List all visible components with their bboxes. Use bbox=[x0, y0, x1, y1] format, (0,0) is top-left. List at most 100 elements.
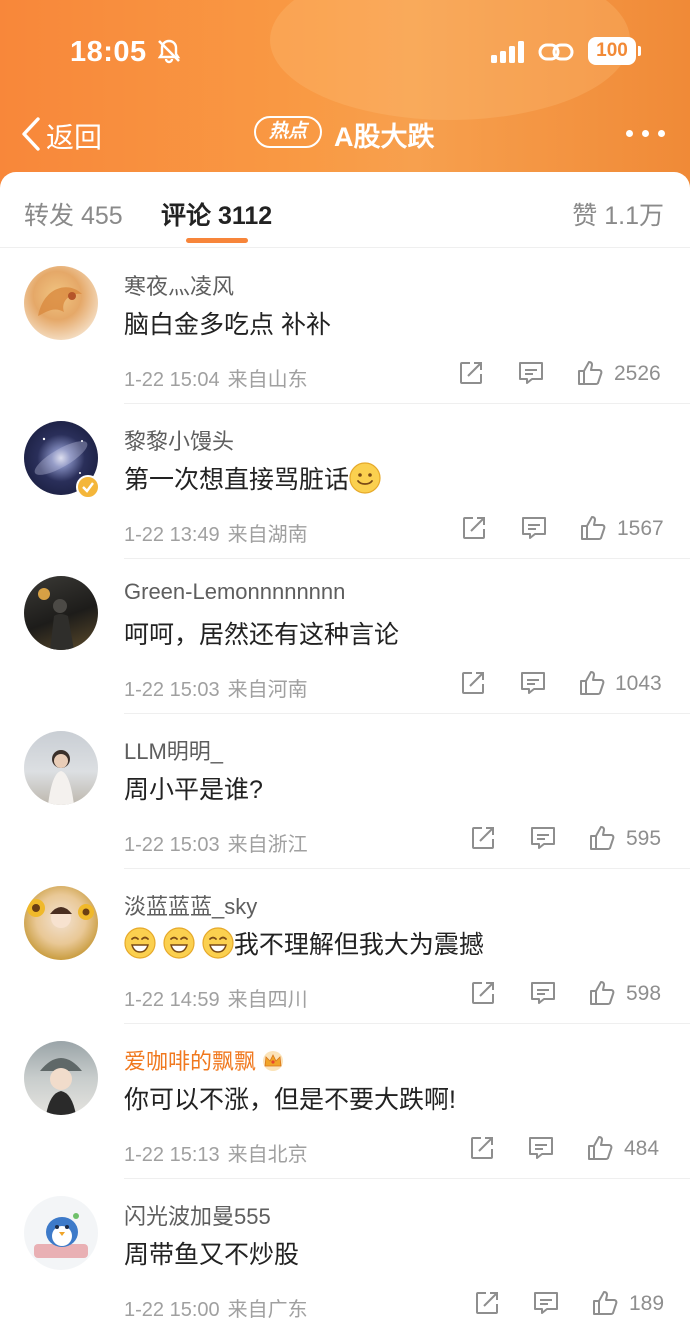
comment-date: 1-22 15:00 bbox=[124, 1299, 220, 1321]
avatar[interactable] bbox=[24, 1041, 98, 1115]
thumbs-up-icon[interactable] bbox=[586, 1134, 614, 1162]
status-time: 18:05 bbox=[70, 36, 147, 68]
username[interactable]: 寒夜灬凌风 bbox=[124, 269, 234, 301]
status-bar: 18:05 100 bbox=[0, 0, 690, 100]
verified-badge-icon bbox=[76, 475, 100, 499]
reply-icon[interactable] bbox=[517, 359, 545, 387]
comment-location: 来自广东 bbox=[227, 1299, 308, 1321]
page-title: A股大跌 bbox=[334, 122, 435, 152]
username[interactable]: 淡蓝蓝蓝_sky bbox=[124, 889, 257, 921]
reply-icon[interactable] bbox=[532, 1289, 560, 1317]
share-icon[interactable] bbox=[459, 669, 487, 697]
share-icon[interactable] bbox=[460, 514, 488, 542]
thumbs-up-icon[interactable] bbox=[576, 359, 604, 387]
back-button[interactable]: 返回 bbox=[46, 116, 102, 156]
comment-text: 你可以不涨，但是不要大跌啊! bbox=[124, 1086, 456, 1114]
like-count: 2526 bbox=[614, 362, 661, 385]
comment-meta: 1-22 14:59 来自四川 bbox=[124, 983, 308, 1012]
comment-meta: 1-22 15:03 来自浙江 bbox=[124, 828, 308, 857]
comment-meta: 1-22 13:49 来自湖南 bbox=[124, 518, 308, 547]
username[interactable]: LLM明明_ bbox=[124, 734, 223, 766]
crown-icon bbox=[263, 1051, 284, 1071]
reply-icon[interactable] bbox=[529, 979, 557, 1007]
username[interactable]: 闪光波加曼555 bbox=[124, 1199, 271, 1231]
comment-meta: 1-22 15:04 来自山东 bbox=[124, 363, 308, 392]
avatar[interactable] bbox=[24, 576, 98, 650]
comment-location: 来自浙江 bbox=[227, 834, 308, 856]
comment-location: 来自四川 bbox=[227, 989, 308, 1011]
grin-emoji-icon bbox=[163, 927, 195, 959]
comment-meta: 1-22 15:00 来自广东 bbox=[124, 1293, 308, 1322]
navigation-bar: 返回 热点 A股大跌 bbox=[0, 100, 690, 170]
grin-emoji-icon bbox=[202, 927, 234, 959]
comment-list: 寒夜灬凌风 脑白金多吃点 补补 1-22 15:04 来自山东 2526 黎黎小馒… bbox=[0, 249, 690, 1334]
tab-bar: 转发 455 评论 3112 赞 1.1万 bbox=[0, 172, 690, 248]
thumbs-up-icon[interactable] bbox=[588, 824, 616, 852]
comment-item: LLM明明_ 周小平是谁? 1-22 15:03 来自浙江 595 bbox=[0, 714, 690, 869]
comment-date: 1-22 15:13 bbox=[124, 1144, 220, 1166]
comment-date: 1-22 15:03 bbox=[124, 834, 220, 856]
comment-date: 1-22 14:59 bbox=[124, 989, 220, 1011]
comment-location: 来自河南 bbox=[227, 679, 308, 701]
like-count: 595 bbox=[626, 827, 662, 850]
like-count: 484 bbox=[624, 1137, 660, 1160]
comment-text: 呵呵，居然还有这种言论 bbox=[124, 621, 400, 649]
comment-item: 爱咖啡的飘飘 你可以不涨，但是不要大跌啊! 1-22 15:13 来自北京 484 bbox=[0, 1024, 690, 1179]
comment-text: 我不理解但我大为震撼 bbox=[124, 925, 484, 961]
comment-meta: 1-22 15:03 来自河南 bbox=[124, 673, 308, 702]
comment-meta: 1-22 15:13 来自北京 bbox=[124, 1138, 308, 1167]
comment-item: 淡蓝蓝蓝_sky 我不理解但我大为震撼 1-22 14:59 来自四川 598 bbox=[0, 869, 690, 1024]
avatar[interactable] bbox=[24, 886, 98, 960]
username[interactable]: 黎黎小馒头 bbox=[124, 424, 234, 456]
comment-location: 来自山东 bbox=[227, 369, 308, 391]
chevron-left-icon[interactable] bbox=[20, 116, 42, 152]
thumbs-up-icon[interactable] bbox=[591, 1289, 619, 1317]
reply-icon[interactable] bbox=[529, 824, 557, 852]
more-icon[interactable] bbox=[626, 130, 666, 138]
reply-icon[interactable] bbox=[520, 514, 548, 542]
like-count: 598 bbox=[626, 982, 662, 1005]
comment-text-body: 我不理解但我大为震撼 bbox=[233, 931, 484, 959]
comment-item: 黎黎小馒头 第一次想直接骂脏话 1-22 13:49 来自湖南 1567 bbox=[0, 404, 690, 559]
smile-emoji-icon bbox=[349, 462, 381, 494]
comment-text: 脑白金多吃点 补补 bbox=[124, 311, 331, 339]
like-count: 1567 bbox=[617, 517, 664, 540]
thumbs-up-icon[interactable] bbox=[579, 514, 607, 542]
comment-item: 寒夜灬凌风 脑白金多吃点 补补 1-22 15:04 来自山东 2526 bbox=[0, 249, 690, 404]
share-icon[interactable] bbox=[468, 1134, 496, 1162]
signal-icon bbox=[491, 41, 524, 63]
share-icon[interactable] bbox=[469, 979, 497, 1007]
thumbs-up-icon[interactable] bbox=[578, 669, 606, 697]
reply-icon[interactable] bbox=[527, 1134, 555, 1162]
link-icon bbox=[538, 43, 574, 61]
share-icon[interactable] bbox=[457, 359, 485, 387]
tab-reposts[interactable]: 转发 455 bbox=[24, 196, 123, 232]
comment-date: 1-22 15:03 bbox=[124, 679, 220, 701]
hot-badge: 热点 bbox=[254, 116, 322, 148]
comment-text: 周带鱼又不炒股 bbox=[124, 1241, 300, 1269]
share-icon[interactable] bbox=[473, 1289, 501, 1317]
thumbs-up-icon[interactable] bbox=[588, 979, 616, 1007]
username[interactable]: 爱咖啡的飘飘 bbox=[124, 1044, 286, 1076]
username[interactable]: Green-Lemonnnnnnnn bbox=[124, 579, 345, 605]
tab-likes[interactable]: 赞 1.1万 bbox=[572, 196, 664, 232]
comment-date: 1-22 13:49 bbox=[124, 524, 220, 546]
avatar[interactable] bbox=[24, 1196, 98, 1270]
grin-emoji-icon bbox=[124, 927, 156, 959]
comment-text: 第一次想直接骂脏话 bbox=[124, 460, 381, 496]
username-text: 爱咖啡的飘飘 bbox=[124, 1049, 257, 1074]
battery-indicator: 100 bbox=[588, 37, 641, 65]
comment-date: 1-22 15:04 bbox=[124, 369, 220, 391]
share-icon[interactable] bbox=[469, 824, 497, 852]
comment-text-body: 第一次想直接骂脏话 bbox=[124, 466, 350, 494]
mute-bell-icon bbox=[157, 39, 181, 64]
comment-item: 闪光波加曼555 周带鱼又不炒股 1-22 15:00 来自广东 189 bbox=[0, 1179, 690, 1334]
active-tab-indicator bbox=[186, 238, 248, 243]
avatar[interactable] bbox=[24, 266, 98, 340]
tab-comments[interactable]: 评论 3112 bbox=[161, 196, 272, 232]
comment-item: Green-Lemonnnnnnnn 呵呵，居然还有这种言论 1-22 15:0… bbox=[0, 559, 690, 714]
reply-icon[interactable] bbox=[519, 669, 547, 697]
like-count: 1043 bbox=[615, 672, 662, 695]
comment-location: 来自湖南 bbox=[227, 524, 308, 546]
avatar[interactable] bbox=[24, 731, 98, 805]
